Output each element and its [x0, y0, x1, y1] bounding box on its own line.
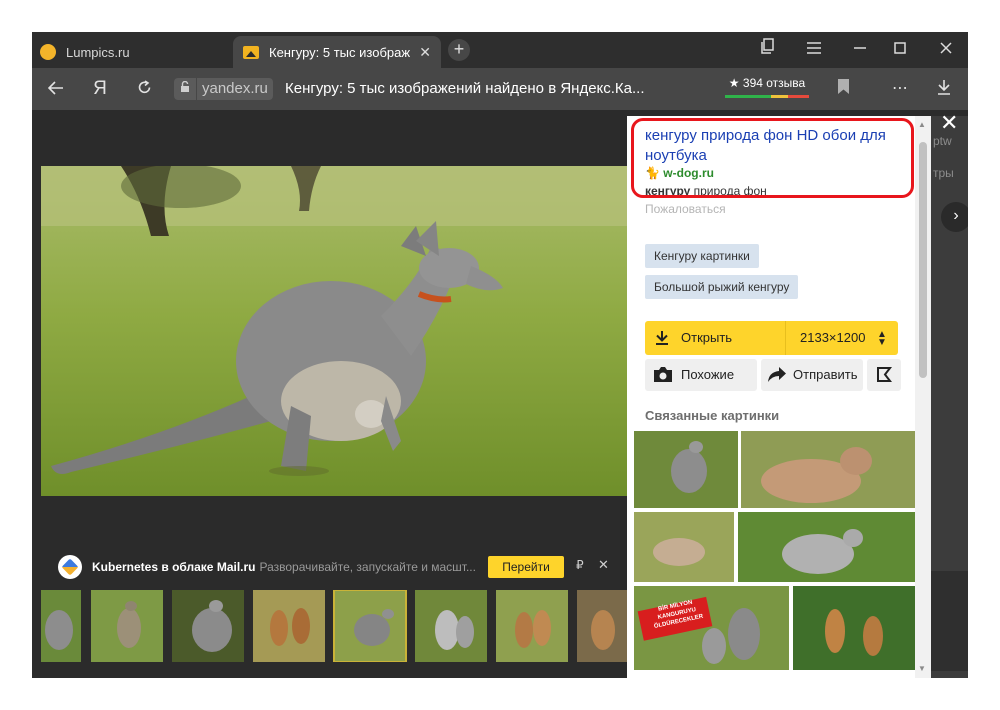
collections-icon [876, 366, 893, 386]
tag-big-red-kangaroo[interactable]: Большой рыжий кенгуру [645, 275, 799, 299]
tab-lumpics[interactable]: Lumpics.ru [40, 36, 230, 68]
next-arrow-icon[interactable]: › [941, 202, 968, 232]
ruble-icon: ₽ [576, 558, 584, 572]
mail-cloud-logo-icon [58, 555, 82, 579]
close-window-button[interactable] [934, 38, 958, 62]
ad-description: Разворачивайте, запускайте и масшт... [259, 560, 476, 574]
minimize-button[interactable] [848, 38, 872, 62]
rating-bar [725, 95, 809, 98]
thumbnail-active[interactable] [333, 590, 407, 662]
open-label: Открыть [681, 330, 733, 345]
scroll-up-icon[interactable]: ▲ [918, 120, 926, 129]
thumbnail[interactable] [91, 590, 163, 662]
share-label: Отправить [793, 367, 858, 382]
similar-label: Похожие [681, 367, 735, 382]
ad-go-button[interactable]: Перейти [488, 556, 564, 578]
related-image[interactable]: BİR MİLYON KANGURUYU ÖLDÜRECEKLER [634, 586, 789, 670]
download-icon[interactable] [932, 77, 956, 101]
reviews-badge[interactable]: ★ 394 отзыва [725, 76, 809, 100]
scroll-down-icon[interactable]: ▼ [918, 664, 926, 673]
tab-bar: Lumpics.ru Кенгуру: 5 тыс изображ ✕ + [32, 32, 968, 68]
main-kangaroo-image[interactable] [41, 166, 627, 496]
ad-banner[interactable]: Kubernetes в облаке Mail.ru Разворачивай… [58, 552, 618, 582]
lock-icon[interactable] [174, 78, 196, 100]
open-button[interactable]: Открыть 2133×1200 ▲ ▼ [645, 321, 898, 355]
address-bar: Я yandex.ru Кенгуру: 5 тыс изображений н… [32, 68, 968, 110]
more-icon[interactable]: ⋯ [888, 77, 912, 101]
tag-kangaroo-pictures[interactable]: Кенгуру картинки [645, 244, 759, 268]
collections-button[interactable] [867, 359, 901, 391]
camera-icon [653, 366, 673, 386]
image-favicon-icon [243, 45, 259, 59]
thumbnail[interactable] [496, 590, 568, 662]
thumbnail[interactable] [172, 590, 244, 662]
thumbnail-strip [41, 590, 629, 662]
related-image[interactable] [741, 431, 916, 508]
background-image [931, 571, 968, 671]
thumbnail[interactable] [253, 590, 325, 662]
reviews-label: ★ 394 отзыва [728, 76, 806, 90]
tab-label: Lumpics.ru [66, 44, 130, 60]
yandex-logo-button[interactable]: Я [88, 77, 112, 101]
maximize-button[interactable] [888, 38, 912, 62]
thumbnail[interactable] [41, 590, 81, 662]
back-button[interactable] [44, 77, 68, 101]
lumpics-favicon-icon [40, 44, 56, 60]
reload-icon[interactable] [132, 77, 156, 101]
tab-label: Кенгуру: 5 тыс изображ [269, 44, 411, 60]
button-separator [785, 321, 786, 355]
bookmark-icon[interactable] [838, 79, 849, 94]
background-text: тры [933, 166, 954, 180]
ad-title: Kubernetes в облаке Mail.ru [92, 560, 256, 574]
close-viewer-icon[interactable]: ✕ [940, 112, 958, 134]
image-size-select[interactable]: 2133×1200 [800, 330, 865, 345]
new-tab-button[interactable]: + [448, 39, 470, 61]
menu-icon[interactable] [802, 38, 826, 62]
share-button[interactable]: Отправить [761, 359, 863, 391]
side-panel-scrollbar[interactable]: ▲ ▼ [915, 116, 931, 678]
red-highlight-frame [631, 118, 914, 198]
related-images-heading: Связанные картинки [645, 408, 780, 423]
complain-link[interactable]: Пожаловаться [645, 202, 726, 216]
background-page-strip: ptw тры › [931, 116, 968, 678]
tab-yandex-images[interactable]: Кенгуру: 5 тыс изображ ✕ [233, 36, 441, 68]
page-title[interactable]: Кенгуру: 5 тыс изображений найдено в Янд… [285, 80, 645, 97]
close-ad-icon[interactable]: ✕ [598, 557, 609, 573]
thumbnail[interactable] [577, 590, 629, 662]
bookmarks-panel-icon[interactable] [756, 38, 780, 62]
download-icon [655, 330, 669, 349]
close-tab-icon[interactable]: ✕ [419, 44, 431, 61]
browser-window: Lumpics.ru Кенгуру: 5 тыс изображ ✕ + Я [32, 32, 968, 678]
related-image[interactable] [634, 431, 738, 508]
similar-button[interactable]: Похожие [645, 359, 757, 391]
related-image[interactable] [738, 512, 916, 582]
related-image[interactable] [793, 586, 916, 670]
background-text: ptw [933, 134, 952, 148]
related-image[interactable] [634, 512, 734, 582]
url-domain[interactable]: yandex.ru [197, 78, 273, 100]
share-arrow-icon [767, 366, 787, 386]
size-dropdown-down-icon[interactable]: ▼ [877, 337, 887, 348]
thumbnail[interactable] [415, 590, 487, 662]
scroll-thumb[interactable] [919, 142, 927, 378]
